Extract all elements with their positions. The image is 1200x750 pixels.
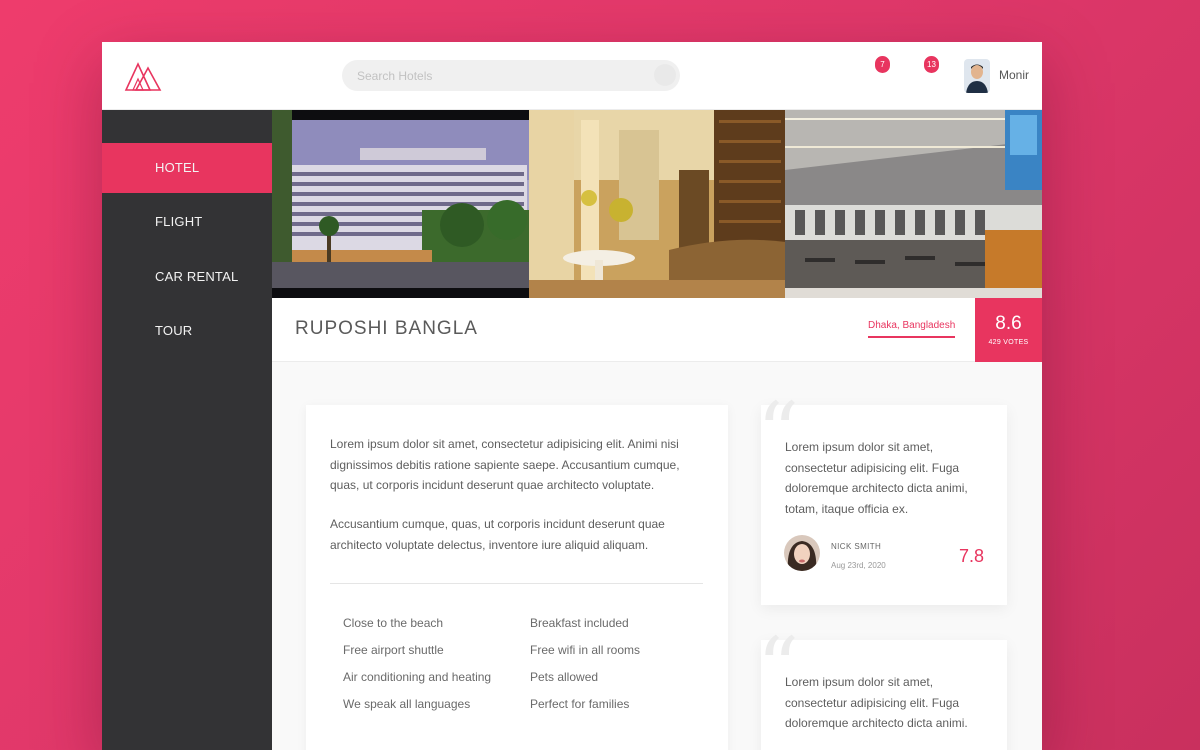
hotel-restaurant-photo[interactable] (785, 110, 1042, 298)
hotel-votes: 429 VOTES (988, 339, 1029, 346)
sidebar-item-hotel[interactable]: HOTEL (102, 143, 272, 193)
review-card: “ Lorem ipsum dolor sit amet, consectetu… (757, 393, 1007, 605)
notification-badge[interactable]: 7 (875, 56, 890, 73)
user-avatar[interactable] (964, 59, 990, 93)
amenity-item: Free airport shuttle (343, 643, 444, 657)
sidebar-item-flight[interactable]: FLIGHT (102, 197, 272, 247)
review-text: Lorem ipsum dolor sit amet, consectetur … (785, 440, 968, 516)
hotel-score: 8.6 (995, 313, 1022, 334)
amenity-item: Breakfast included (530, 616, 629, 630)
amenity-item: We speak all languages (343, 697, 471, 711)
search-button[interactable] (654, 64, 676, 86)
description-paragraph: Accusantium cumque, quas, ut corporis in… (330, 517, 665, 552)
review-score: 7.8 (959, 546, 985, 566)
message-badge[interactable]: 13 (924, 56, 939, 73)
review-card: “ Lorem ipsum dolor sit amet, consectetu… (757, 628, 1007, 750)
reviewer-name: NICK SMITH (831, 542, 882, 551)
amenity-item: Free wifi in all rooms (530, 643, 641, 657)
sidebar: HOTEL FLIGHT CAR RENTAL TOUR (102, 110, 272, 750)
description-paragraph: Lorem ipsum dolor sit amet, consectetur … (330, 437, 680, 492)
user-name[interactable]: Monir (999, 68, 1029, 82)
hotel-lobby-photo[interactable] (528, 110, 786, 298)
hotel-score-badge: 8.6 429 VOTES (975, 298, 1042, 362)
review-date: Aug 23rd, 2020 (831, 561, 886, 570)
amenity-item: Perfect for families (530, 697, 630, 711)
review-text: Lorem ipsum dolor sit amet, consectetur … (785, 675, 968, 730)
amenity-item: Air conditioning and heating (343, 670, 492, 684)
photo-gallery (272, 110, 1042, 298)
amenity-item: Close to the beach (343, 616, 444, 630)
top-bar: 7 13 Monir (102, 42, 1042, 110)
reviewer-avatar (784, 535, 820, 571)
hotel-description-card: Lorem ipsum dolor sit amet, consectetur … (306, 405, 728, 750)
app-window: 7 13 Monir HOTEL FLIGHT CAR RENTAL TOUR (102, 42, 1042, 750)
amenity-item: Pets allowed (530, 670, 599, 684)
search-input[interactable] (342, 60, 680, 91)
hotel-name: RUPOSHI BANGLA (295, 318, 478, 339)
hotel-location-link[interactable]: Dhaka, Bangladesh (868, 320, 956, 338)
main-content: Lorem ipsum dolor sit amet, consectetur … (272, 362, 1042, 750)
sidebar-item-car-rental[interactable]: CAR RENTAL (102, 252, 272, 302)
hotel-title-bar: RUPOSHI BANGLA Dhaka, Bangladesh 8.6 429… (272, 298, 1042, 362)
divider (330, 583, 703, 584)
sidebar-item-tour[interactable]: TOUR (102, 306, 272, 356)
hotel-exterior-photo[interactable] (272, 110, 529, 298)
mountain-logo-icon[interactable] (124, 60, 162, 92)
